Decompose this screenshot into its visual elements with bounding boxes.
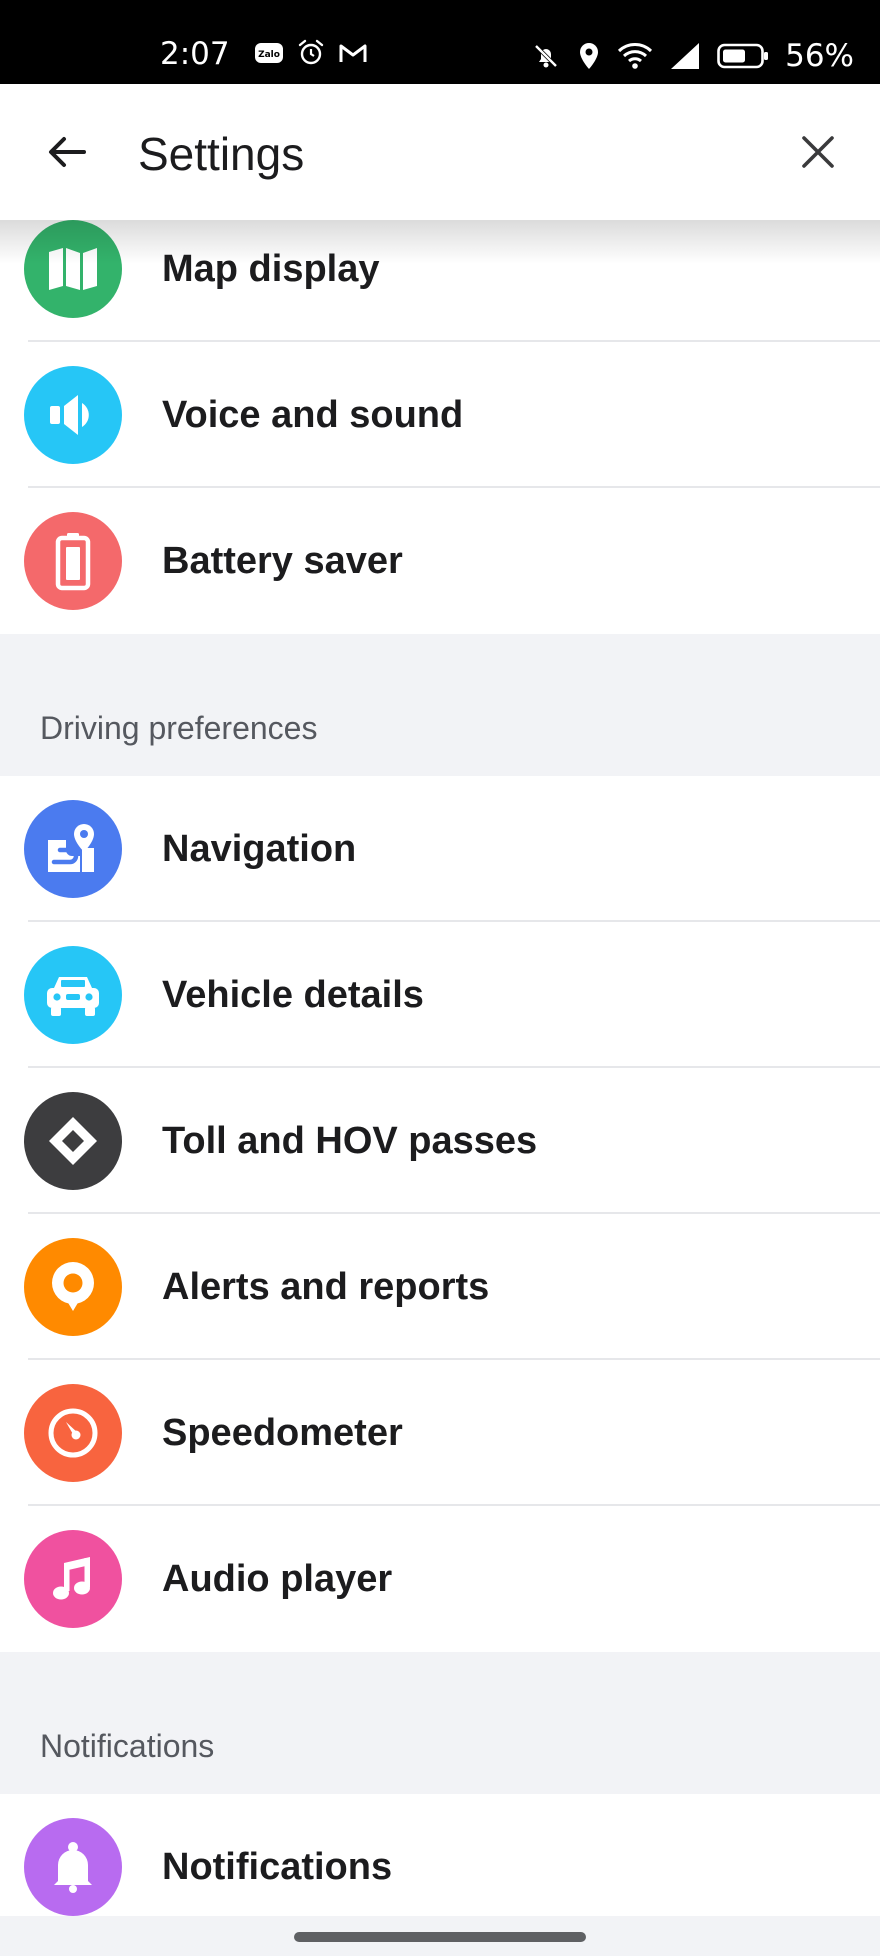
map-icon <box>24 220 122 318</box>
section-header-notifications: Notifications <box>0 1652 880 1794</box>
settings-item-battery-saver[interactable]: Battery saver <box>0 488 880 634</box>
close-icon <box>802 136 834 168</box>
alarm-icon <box>296 38 326 68</box>
battery-icon <box>717 42 769 70</box>
location-icon <box>577 41 601 71</box>
signal-icon <box>669 41 701 71</box>
section-title: Notifications <box>40 1728 215 1764</box>
settings-item-alerts-and-reports[interactable]: Alerts and reports <box>0 1214 880 1360</box>
gmail-icon <box>338 41 368 65</box>
car-icon <box>24 946 122 1044</box>
svg-text:Zalo: Zalo <box>258 50 280 60</box>
settings-group-driving: Navigation Vehicle details Toll and HOV … <box>0 776 880 1652</box>
settings-group-notifications: Notifications <box>0 1794 880 1920</box>
mute-icon <box>531 41 561 71</box>
settings-item-notifications[interactable]: Notifications <box>0 1794 880 1920</box>
wifi-icon <box>617 41 653 71</box>
section-header-driving-preferences: Driving preferences <box>0 634 880 776</box>
settings-item-vehicle-details[interactable]: Vehicle details <box>0 922 880 1068</box>
home-gesture-handle[interactable] <box>294 1932 586 1942</box>
gesture-nav-area <box>0 1916 880 1956</box>
settings-item-map-display[interactable]: Map display <box>0 220 880 342</box>
speaker-icon <box>24 366 122 464</box>
settings-item-label: Vehicle details <box>162 974 424 1016</box>
settings-item-audio-player[interactable]: Audio player <box>0 1506 880 1652</box>
settings-item-navigation[interactable]: Navigation <box>0 776 880 922</box>
status-time: 2:07 <box>160 36 230 72</box>
app-header: Settings <box>0 84 880 220</box>
settings-item-speedometer[interactable]: Speedometer <box>0 1360 880 1506</box>
battery-percent: 56% <box>785 38 854 74</box>
speedometer-icon <box>24 1384 122 1482</box>
diamond-icon <box>24 1092 122 1190</box>
settings-item-label: Alerts and reports <box>162 1266 490 1308</box>
zalo-icon: Zalo <box>254 41 284 65</box>
status-bar: 2:07 Zalo 56% <box>0 0 880 84</box>
close-button[interactable] <box>788 122 848 182</box>
settings-item-label: Audio player <box>162 1558 393 1600</box>
page-title: Settings <box>138 128 305 180</box>
settings-item-label: Map display <box>162 248 380 290</box>
settings-group-general: Map display Voice and sound Battery save… <box>0 220 880 658</box>
settings-item-voice-and-sound[interactable]: Voice and sound <box>0 342 880 488</box>
settings-list[interactable]: Map display Voice and sound Battery save… <box>0 220 880 1920</box>
battery-icon <box>24 512 122 610</box>
back-arrow-icon <box>49 137 86 167</box>
settings-item-label: Battery saver <box>162 540 403 582</box>
settings-item-label: Notifications <box>162 1846 393 1888</box>
system-icons: 56% <box>531 36 854 76</box>
settings-item-label: Navigation <box>162 828 357 870</box>
settings-item-label: Speedometer <box>162 1412 403 1454</box>
bell-icon <box>24 1818 122 1916</box>
settings-item-toll-and-hov-passes[interactable]: Toll and HOV passes <box>0 1068 880 1214</box>
music-note-icon <box>24 1530 122 1628</box>
navigation-icon <box>24 800 122 898</box>
section-title: Driving preferences <box>40 710 318 746</box>
back-button[interactable] <box>36 122 96 182</box>
settings-item-label: Toll and HOV passes <box>162 1120 538 1162</box>
notification-icons: Zalo <box>254 38 368 68</box>
alert-pin-icon <box>24 1238 122 1336</box>
settings-item-label: Voice and sound <box>162 394 464 436</box>
